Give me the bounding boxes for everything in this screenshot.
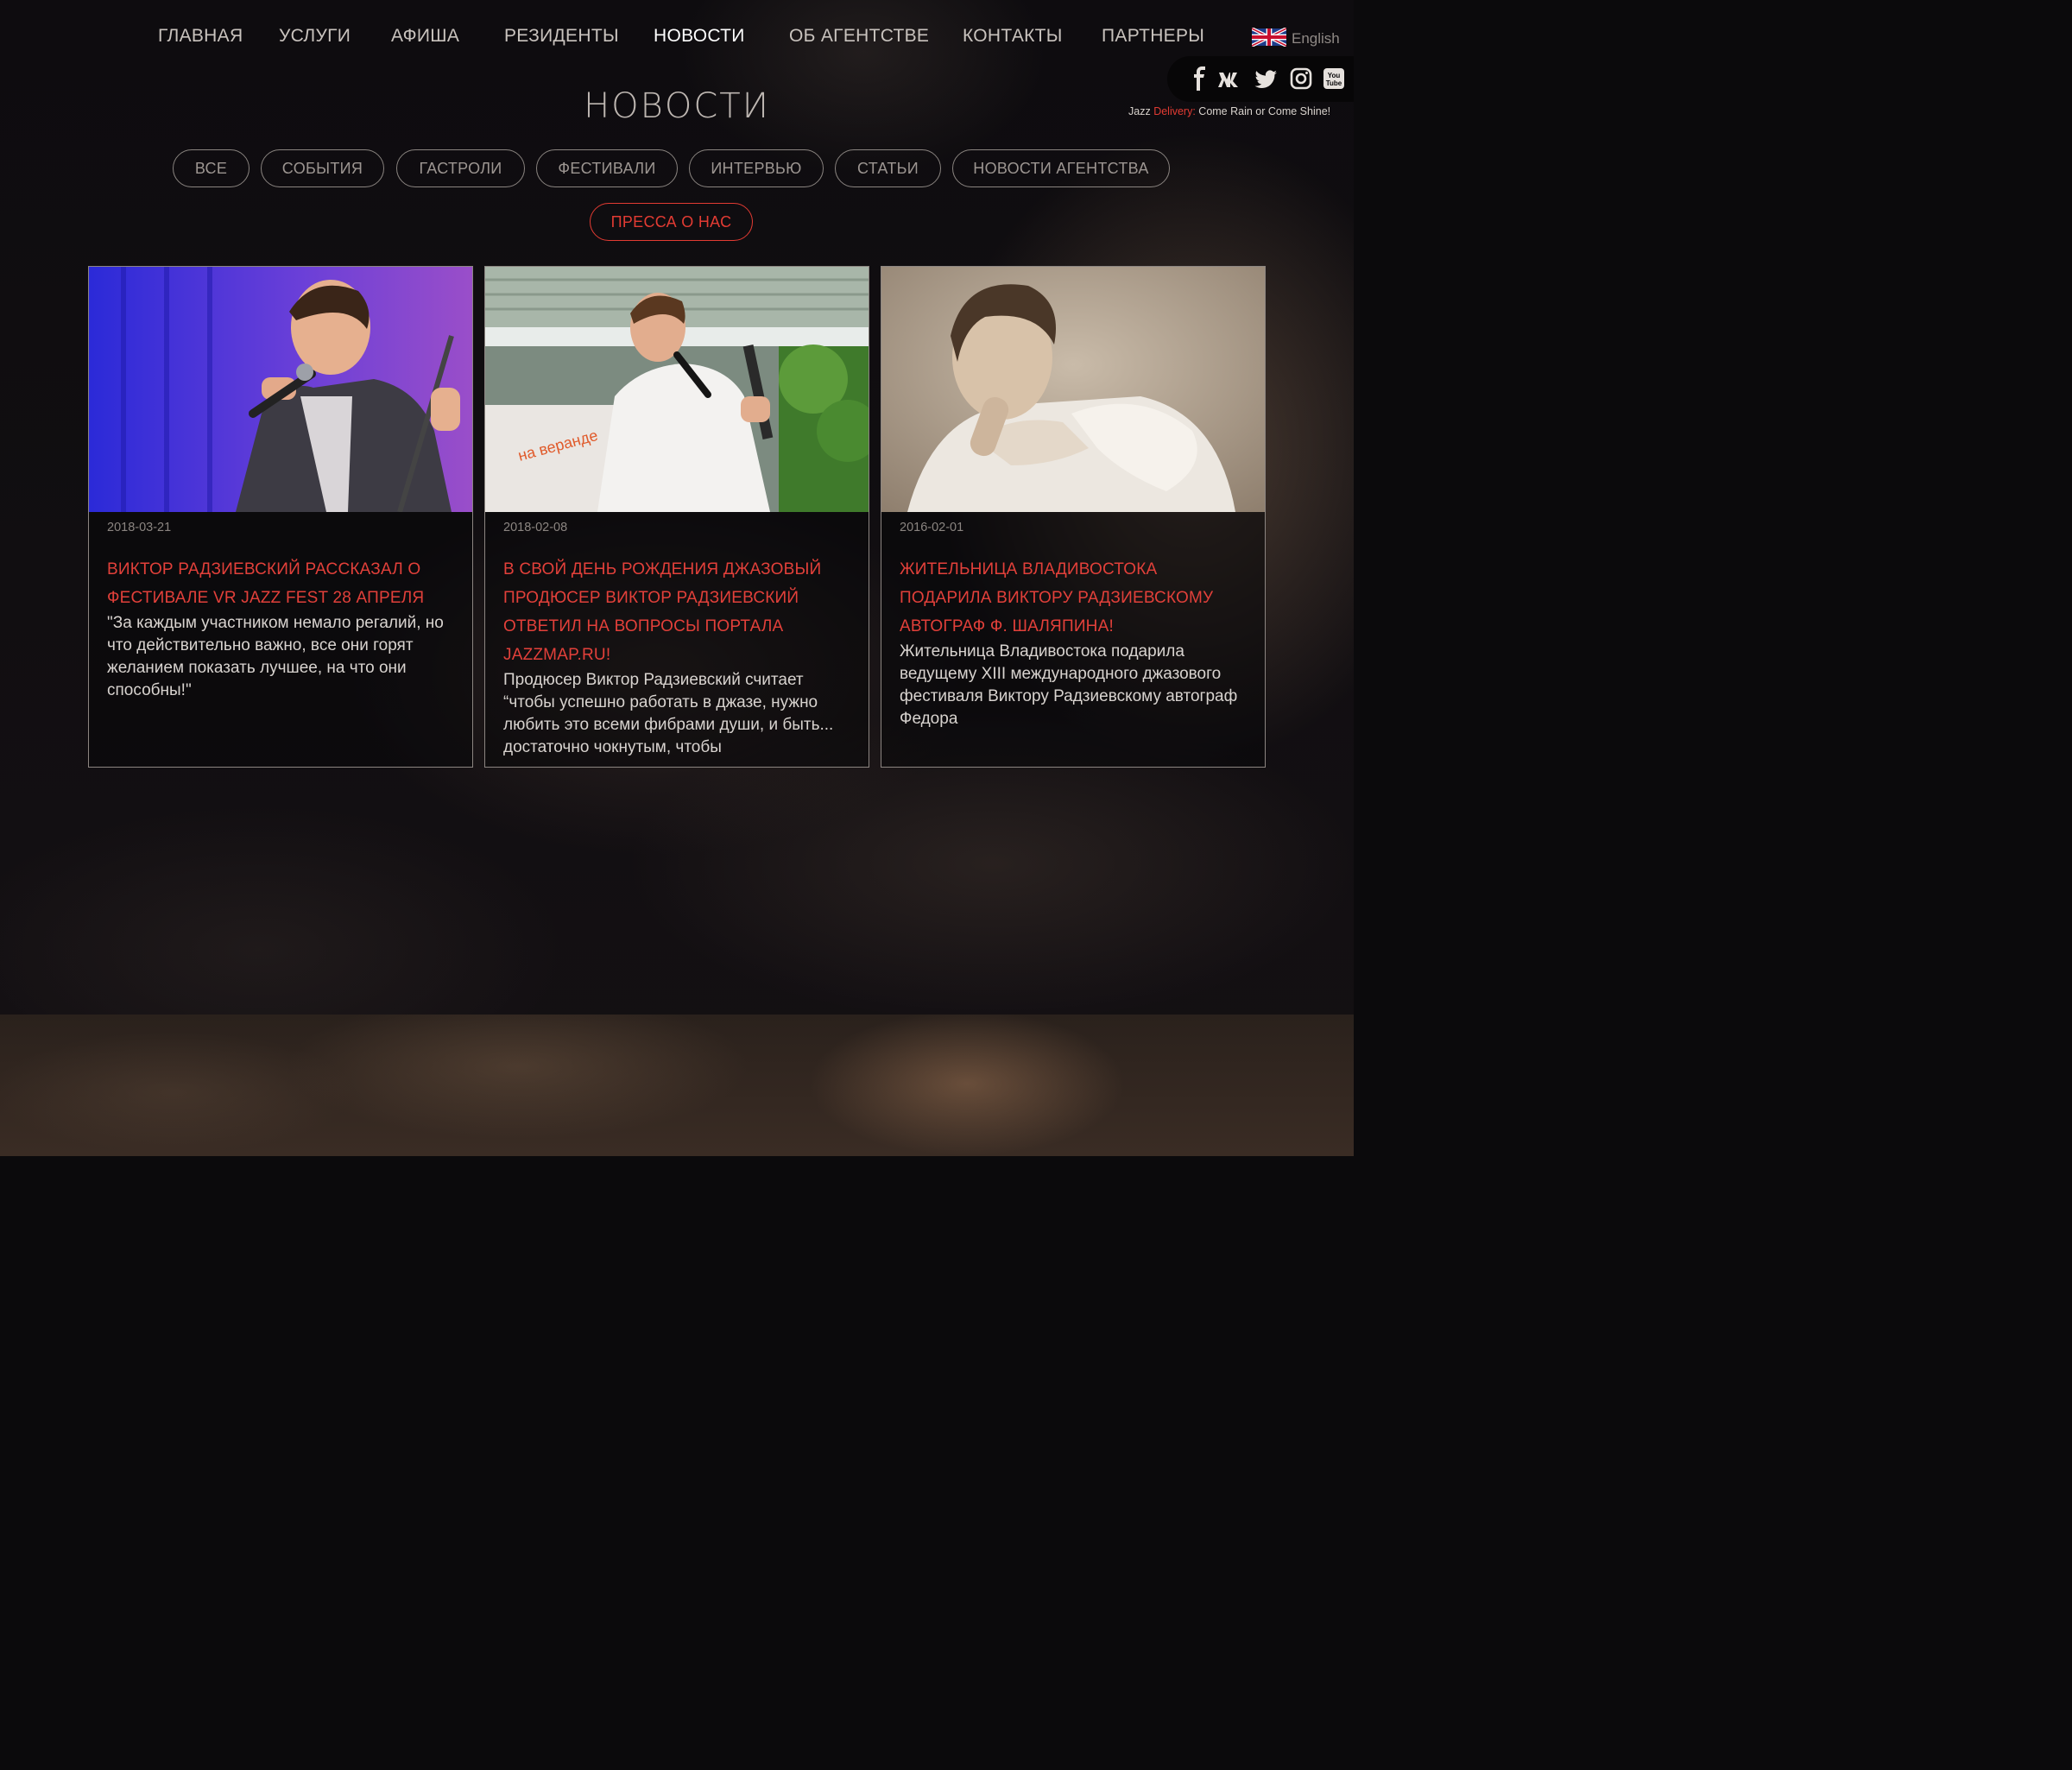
nav-item-residents[interactable]: РЕЗИДЕНТЫ (504, 26, 619, 47)
nav-item-events[interactable]: АФИША (391, 26, 459, 47)
news-date: 2018-03-21 (107, 521, 172, 534)
nav-item-services[interactable]: УСЛУГИ (279, 26, 351, 47)
background-photo-strip (0, 1015, 1354, 1156)
news-card[interactable]: на веранде 2018-02-08 В свой день рожден… (484, 266, 869, 768)
news-card[interactable]: 2016-02-01 Жительница Владивостока подар… (881, 266, 1266, 768)
news-card[interactable]: 2018-03-21 Виктор Радзиевский рассказал … (88, 266, 473, 768)
filter-press[interactable]: ПРЕССА О НАС (590, 203, 753, 241)
svg-text:You: You (1328, 72, 1341, 79)
filter-agency-news[interactable]: НОВОСТИ АГЕНТСТВА (952, 149, 1170, 187)
filter-articles[interactable]: СТАТЬИ (835, 149, 941, 187)
nav-item-about[interactable]: ОБ АГЕНТСТВЕ (789, 26, 929, 47)
news-date: 2016-02-01 (900, 521, 964, 534)
news-photo-producer-veranda: на веранде (485, 267, 869, 512)
news-excerpt: Жительница Владивостока подарила ведущем… (900, 642, 1238, 728)
nav-item-home[interactable]: ГЛАВНАЯ (158, 26, 243, 47)
news-title[interactable]: В свой день рождения джазовый продюсер В… (503, 555, 854, 669)
filter-interviews[interactable]: ИНТЕРВЬЮ (689, 149, 824, 187)
filter-events[interactable]: СОБЫТИЯ (261, 149, 384, 187)
nav-item-partners[interactable]: ПАРТНЕРЫ (1102, 26, 1204, 47)
language-switch[interactable]: English (1251, 27, 1340, 50)
nav-item-contacts[interactable]: КОНТАКТЫ (963, 26, 1063, 47)
news-excerpt: "За каждым участником немало регалий, но… (107, 614, 444, 699)
news-title[interactable]: Виктор Радзиевский рассказал о фестивале… (107, 555, 458, 612)
news-excerpt: Продюсер Виктор Радзиевский считает “что… (503, 671, 834, 756)
filter-festivals[interactable]: ФЕСТИВАЛИ (536, 149, 678, 187)
main-nav: ГЛАВНАЯ УСЛУГИ АФИША РЕЗИДЕНТЫ НОВОСТИ О… (0, 26, 1354, 52)
news-date: 2018-02-08 (503, 521, 568, 534)
filter-tours[interactable]: ГАСТРОЛИ (396, 149, 525, 187)
page-title: НОВОСТИ (584, 86, 770, 126)
news-photo-singer-purple-stage (89, 267, 472, 512)
news-title[interactable]: Жительница Владивостока подарила Виктору… (900, 555, 1250, 641)
uk-flag-icon (1251, 27, 1287, 50)
news-photo-chaliapin-portrait (881, 267, 1265, 512)
language-label: English (1292, 30, 1340, 47)
nav-item-news[interactable]: НОВОСТИ (654, 26, 745, 47)
filter-all[interactable]: ВСЕ (173, 149, 250, 187)
